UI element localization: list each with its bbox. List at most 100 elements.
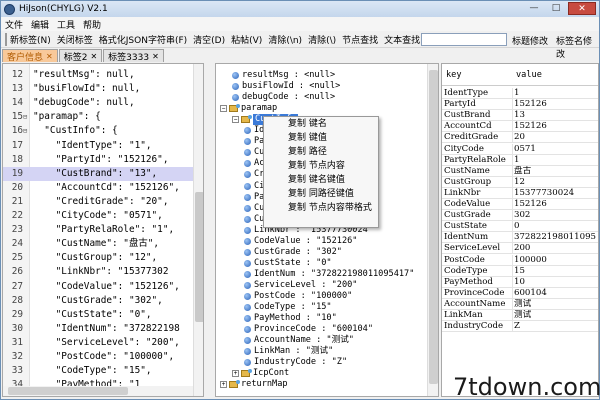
- close-button[interactable]: ✕: [568, 2, 596, 15]
- splitter-left[interactable]: [204, 63, 214, 397]
- code-line[interactable]: 14 "debugCode": null,: [3, 96, 193, 110]
- table-row[interactable]: LinkMan 测试: [442, 310, 598, 321]
- table-row[interactable]: AccountCd 152126: [442, 121, 598, 133]
- edit-title-button[interactable]: 标题修改: [512, 34, 548, 47]
- column-header-value[interactable]: value: [516, 70, 542, 80]
- expand-toggle-icon[interactable]: +: [220, 381, 227, 389]
- table-row[interactable]: CustState 0: [442, 221, 598, 233]
- code-line[interactable]: 12 "resultMsg": null,: [3, 68, 193, 82]
- code-line[interactable]: 15⊟ "paramap": {: [3, 110, 193, 124]
- table-row[interactable]: PartyId 152126: [442, 99, 598, 111]
- tree-node[interactable]: CodeType : "15": [244, 302, 332, 313]
- search-input[interactable]: [421, 33, 507, 46]
- paste-button[interactable]: 粘帖(V): [231, 33, 262, 46]
- code-line[interactable]: 13 "busiFlowId": null,: [3, 82, 193, 96]
- context-menu-item[interactable]: 复制 同路径键值: [264, 187, 378, 201]
- tab-label3333[interactable]: 标签3333 ✕: [103, 49, 164, 63]
- editor-vertical-scrollbar[interactable]: [193, 64, 203, 396]
- tree-vertical-scrollbar[interactable]: [427, 64, 438, 396]
- fold-toggle-icon[interactable]: ⊟: [23, 124, 30, 138]
- expand-toggle-icon[interactable]: +: [232, 370, 239, 378]
- code-line[interactable]: 19 "CustBrand": "13",: [3, 166, 193, 181]
- tree-node[interactable]: + returnMap: [220, 379, 288, 390]
- tree-node[interactable]: ServiceLevel : "200": [244, 280, 357, 291]
- tree-node[interactable]: PostCode : "100000": [244, 291, 352, 302]
- remove-backslash-button[interactable]: 清除(\): [308, 33, 336, 46]
- table-row[interactable]: ServiceLevel 200: [442, 243, 598, 255]
- table-row[interactable]: ProvinceCode 600104: [442, 287, 598, 299]
- json-editor[interactable]: 12 "resultMsg": null, 13 "busiFlowId": null…: [2, 63, 204, 397]
- editor-horizontal-scrollbar[interactable]: [3, 386, 193, 396]
- close-icon[interactable]: ✕: [90, 52, 97, 61]
- tree-node[interactable]: CustGrade : "302": [244, 247, 342, 258]
- tree-node[interactable]: − paramap: [220, 103, 277, 114]
- close-tab-button[interactable]: 关闭标签: [57, 33, 93, 46]
- tree-node[interactable]: LinkMan : "测试": [244, 346, 333, 357]
- code-line[interactable]: 32 "PostCode": "100000",: [3, 350, 193, 364]
- menu-edit[interactable]: 编辑: [31, 18, 49, 31]
- table-row[interactable]: CustGroup 12: [442, 176, 598, 188]
- tree-node[interactable]: PayMethod : "10": [244, 313, 337, 324]
- code-line[interactable]: 30 "IdentNum": "372822198: [3, 322, 193, 336]
- code-line[interactable]: 26 "LinkNbr": "15377302: [3, 265, 193, 279]
- text-find-button[interactable]: 文本查找: [384, 33, 420, 46]
- node-find-button[interactable]: 节点查找: [342, 33, 378, 46]
- table-row[interactable]: CityCode 0571: [442, 143, 598, 155]
- table-row[interactable]: CustBrand 13: [442, 110, 598, 122]
- maximize-button[interactable]: □: [546, 2, 566, 15]
- table-row[interactable]: PartyRelaRole 1: [442, 154, 598, 166]
- tree-node[interactable]: ProvinceCode : "600104": [244, 324, 373, 335]
- tab-customer-info[interactable]: 客户信息 ✕: [2, 49, 58, 63]
- tree-node[interactable]: + IcpCont: [232, 368, 289, 379]
- code-line[interactable]: 29 "CustState": "0",: [3, 308, 193, 322]
- expand-toggle-icon[interactable]: −: [232, 116, 239, 124]
- table-row[interactable]: CodeValue 152126: [442, 199, 598, 210]
- tree-node[interactable]: IdentNum : "372822198011095417": [244, 269, 414, 280]
- table-row[interactable]: IdentType 1: [442, 88, 598, 99]
- code-line[interactable]: 23 "PartyRelaRole": "1",: [3, 223, 193, 237]
- clear-button[interactable]: 清空(D): [193, 33, 225, 46]
- context-menu-item[interactable]: 复制 键值: [264, 131, 378, 145]
- code-line[interactable]: 27 "CodeValue": "152126",: [3, 280, 193, 294]
- context-menu-item[interactable]: 复制 键名键值: [264, 173, 378, 187]
- code-line[interactable]: 24 "CustName": "盘古",: [3, 237, 193, 251]
- context-menu-item[interactable]: 复制 路径: [264, 145, 378, 159]
- context-menu-item[interactable]: 复制 节点内容: [264, 159, 378, 173]
- code-line[interactable]: 28 "CustGrade": "302",: [3, 294, 193, 308]
- menu-help[interactable]: 帮助: [83, 18, 101, 31]
- close-icon[interactable]: ✕: [46, 52, 53, 61]
- table-row[interactable]: PayMethod 10: [442, 276, 598, 288]
- table-row[interactable]: CustGrade 302: [442, 210, 598, 222]
- tree-node[interactable]: CodeValue : "152126": [244, 236, 357, 247]
- code-line[interactable]: 20 "AccountCd": "152126",: [3, 181, 193, 195]
- scroll-thumb[interactable]: [8, 387, 128, 395]
- scroll-thumb[interactable]: [429, 70, 438, 384]
- fold-toggle-icon[interactable]: ⊟: [23, 110, 30, 124]
- context-menu-item[interactable]: 复制 节点内容带格式: [264, 201, 378, 215]
- code-line[interactable]: 22 "CityCode": "0571",: [3, 209, 193, 223]
- context-menu-item[interactable]: 复制 键名: [264, 117, 378, 131]
- expand-toggle-icon[interactable]: −: [220, 105, 227, 113]
- key-value-table[interactable]: key value IdentType 1 PartyId 152126 CustBra…: [441, 63, 599, 397]
- new-tab-button[interactable]: 新标签(N): [5, 32, 51, 46]
- code-line[interactable]: 25 "CustGroup": "12",: [3, 251, 193, 265]
- tree-node[interactable]: busiFlowId : <null>: [232, 81, 340, 92]
- code-line[interactable]: 33 "CodeType": "15",: [3, 364, 193, 378]
- menu-file[interactable]: 文件: [5, 18, 23, 31]
- table-row[interactable]: IdentNum 372822198011095417: [442, 232, 598, 244]
- remove-newline-button[interactable]: 清除(\n): [268, 33, 302, 46]
- close-icon[interactable]: ✕: [152, 52, 159, 61]
- table-row[interactable]: LinkNbr 15377730024: [442, 187, 598, 199]
- column-header-key[interactable]: key: [446, 70, 462, 80]
- tree-node[interactable]: resultMsg : <null>: [232, 70, 335, 81]
- table-row[interactable]: IndustryCode Z: [442, 321, 598, 333]
- menu-tools[interactable]: 工具: [57, 18, 75, 31]
- table-row[interactable]: AccountName 测试: [442, 298, 598, 310]
- scroll-thumb[interactable]: [195, 192, 203, 322]
- code-line[interactable]: 21 "CreditGrade": "20",: [3, 195, 193, 209]
- table-row[interactable]: CodeType 15: [442, 265, 598, 277]
- table-row[interactable]: CustName 盘古: [442, 165, 598, 177]
- tree-node[interactable]: IndustryCode : "Z": [244, 357, 347, 368]
- table-row[interactable]: PostCode 100000: [442, 254, 598, 266]
- code-line[interactable]: 31 "ServiceLevel": "200",: [3, 336, 193, 350]
